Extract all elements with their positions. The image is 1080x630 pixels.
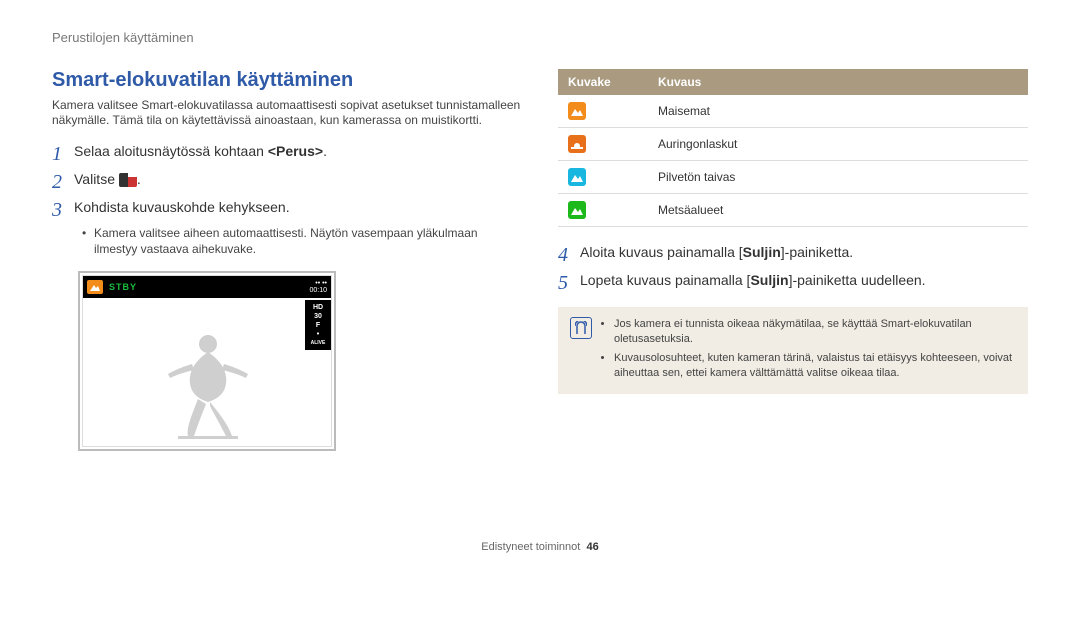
- th-icon: Kuvake: [558, 69, 648, 95]
- rec-time: 00:10: [309, 287, 327, 294]
- side-hd: HD: [305, 304, 331, 311]
- step-3-bullet: Kamera valitsee aiheen automaattisesti. …: [82, 226, 522, 257]
- footer-label: Edistyneet toiminnot: [481, 541, 580, 553]
- landscape-icon: [568, 102, 586, 120]
- scene-icon: [87, 280, 103, 294]
- step-strong: <Perus>: [268, 143, 323, 159]
- note-box: Jos kamera ei tunnista oikeaa näkymätila…: [558, 307, 1028, 394]
- screen-sidebar: HD 30 F • ALIVE: [305, 300, 331, 350]
- step-text: Selaa aloitusnäytössä kohtaan: [74, 143, 268, 159]
- step-number: 4: [558, 245, 580, 265]
- stby-label: STBY: [109, 282, 137, 292]
- step-1: 1 Selaa aloitusnäytössä kohtaan <Perus>.: [52, 142, 522, 164]
- step-text: Lopeta kuvaus painamalla [: [580, 272, 750, 288]
- step-3: 3 Kohdista kuvauskohde kehykseen.: [52, 198, 522, 220]
- step-text-post: .: [137, 171, 141, 187]
- note-item: Jos kamera ei tunnista oikeaa näkymätila…: [614, 317, 1016, 347]
- table-row: Auringonlaskut: [558, 128, 1028, 161]
- step-text-post: ]-painiketta uudelleen.: [789, 272, 926, 288]
- table-row: Pilvetön taivas: [558, 161, 1028, 194]
- running-head: Perustilojen käyttäminen: [52, 30, 1028, 45]
- table-row: Maisemat: [558, 95, 1028, 128]
- step-text-post: ]-painiketta.: [781, 244, 853, 260]
- row-label: Metsäalueet: [648, 194, 1028, 227]
- step-strong: Suljin: [743, 244, 781, 260]
- side-alive: ALIVE: [305, 340, 331, 346]
- note-item: Kuvausolosuhteet, kuten kameran tärinä, …: [614, 351, 1016, 381]
- scene-icon-table: Kuvake Kuvaus Maisemat Auringonlaskut: [558, 69, 1028, 227]
- forest-icon: [568, 201, 586, 219]
- section-title: Smart-elokuvatilan käyttäminen: [52, 69, 522, 92]
- footer-page: 46: [586, 541, 598, 553]
- smart-movie-mode-icon: [119, 173, 137, 187]
- step-text: Aloita kuvaus painamalla [: [580, 244, 743, 260]
- step-5: 5 Lopeta kuvaus painamalla [Suljin]-pain…: [558, 271, 1028, 293]
- note-icon: [570, 317, 592, 339]
- step-number: 5: [558, 273, 580, 293]
- table-row: Metsäalueet: [558, 194, 1028, 227]
- th-desc: Kuvaus: [648, 69, 1028, 95]
- sunset-icon: [568, 135, 586, 153]
- row-label: Maisemat: [648, 95, 1028, 128]
- skater-silhouette-icon: [148, 324, 268, 444]
- row-label: Pilvetön taivas: [648, 161, 1028, 194]
- screen-topbar: STBY •• •• 00:10: [83, 276, 331, 298]
- side-30: 30: [305, 313, 331, 320]
- row-label: Auringonlaskut: [648, 128, 1028, 161]
- step-number: 1: [52, 144, 74, 164]
- step-2: 2 Valitse .: [52, 170, 522, 192]
- rec-dots-icon: •• ••: [315, 280, 327, 287]
- step-text: Valitse: [74, 171, 119, 187]
- step-strong: Suljin: [750, 272, 788, 288]
- step-number: 2: [52, 172, 74, 192]
- intro-paragraph: Kamera valitsee Smart-elokuvatilassa aut…: [52, 98, 522, 128]
- right-column: Kuvake Kuvaus Maisemat Auringonlaskut: [558, 69, 1028, 451]
- step-text: Kohdista kuvauskohde kehykseen.: [74, 198, 522, 217]
- clear-sky-icon: [568, 168, 586, 186]
- side-dot: •: [305, 331, 331, 338]
- camera-screen-mock: STBY •• •• 00:10 HD 30 F • ALIVE: [78, 271, 336, 451]
- left-column: Smart-elokuvatilan käyttäminen Kamera va…: [52, 69, 522, 451]
- step-text-post: .: [323, 143, 327, 159]
- side-f: F: [305, 322, 331, 329]
- step-number: 3: [52, 200, 74, 220]
- step-4: 4 Aloita kuvaus painamalla [Suljin]-pain…: [558, 243, 1028, 265]
- page-footer: Edistyneet toiminnot 46: [52, 541, 1028, 553]
